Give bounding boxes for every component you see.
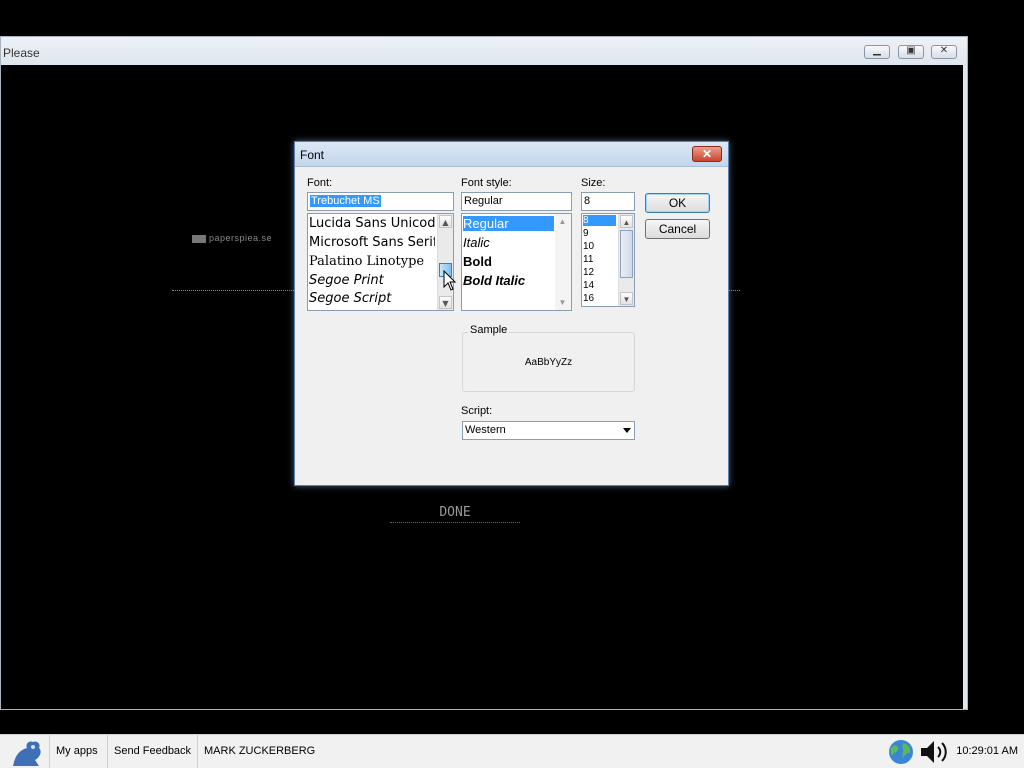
font-name-input[interactable]: Trebuchet MS — [307, 192, 454, 211]
ok-button[interactable]: OK — [645, 193, 710, 213]
globe-icon[interactable] — [886, 738, 916, 766]
app-logo-icon[interactable] — [9, 738, 45, 768]
window-titlebar[interactable]: Please ▁ ▣ ✕ — [1, 37, 967, 65]
font-name-value: Trebuchet MS — [310, 195, 381, 207]
font-list-scrollbar[interactable]: ▲ ▼ — [437, 214, 453, 310]
logo-mark-icon — [192, 234, 206, 243]
font-style-input[interactable]: Regular — [461, 192, 572, 211]
size-list-item[interactable]: 14 — [583, 280, 616, 291]
dialog-close-button[interactable]: ✕ — [692, 146, 722, 162]
size-input[interactable]: 8 — [581, 192, 635, 211]
size-list-item[interactable]: 9 — [583, 228, 616, 239]
script-select[interactable]: Western — [462, 421, 635, 440]
style-list-scrollbar[interactable]: ▲ ▼ — [555, 214, 571, 310]
size-list[interactable]: 8 9 10 11 12 14 16 ▲ ▼ — [581, 213, 635, 307]
scroll-down-arrow-icon[interactable]: ▼ — [439, 296, 452, 309]
window-title: Please — [3, 46, 40, 60]
size-list-item[interactable]: 16 — [583, 293, 616, 304]
size-list-item[interactable]: 8 — [583, 215, 616, 226]
font-dialog: Font ✕ Font: Trebuchet MS Lucida Sans Un… — [294, 141, 729, 486]
chevron-down-icon — [623, 428, 631, 433]
font-list-item[interactable]: Segoe Print — [309, 273, 435, 288]
clock: 10:29:01 AM — [956, 745, 1018, 757]
site-logo: paperspiea.se — [192, 233, 272, 243]
size-list-scrollbar[interactable]: ▲ ▼ — [618, 214, 634, 306]
size-list-item[interactable]: 11 — [583, 254, 616, 265]
dialog-titlebar[interactable]: Font ✕ — [295, 142, 728, 167]
style-list-item[interactable]: Bold — [463, 254, 554, 269]
scroll-thumb[interactable] — [620, 230, 633, 278]
font-label: Font: — [307, 177, 333, 189]
font-list-item[interactable]: Lucida Sans Unicode — [309, 216, 435, 231]
font-list[interactable]: Lucida Sans Unicode Microsoft Sans Serif… — [307, 213, 454, 311]
style-list-item[interactable]: Bold Italic — [463, 273, 554, 288]
size-label: Size: — [581, 177, 606, 189]
done-button[interactable]: DONE — [390, 505, 520, 523]
send-feedback-button[interactable]: Send Feedback — [107, 735, 197, 768]
close-icon: ✕ — [939, 45, 949, 56]
font-list-item[interactable]: Segoe Script — [309, 291, 435, 306]
site-logo-text: paperspiea.se — [209, 233, 273, 243]
sample-box: AaBbYyZz — [462, 332, 635, 392]
minimize-icon: ▁ — [873, 45, 881, 56]
font-list-item[interactable]: Palatino Linotype — [309, 254, 435, 269]
font-list-item[interactable]: Microsoft Sans Serif — [309, 235, 435, 250]
taskbar: My apps Send Feedback MARK ZUCKERBERG 10… — [0, 734, 1024, 768]
scroll-up-arrow-icon[interactable]: ▲ — [439, 215, 452, 228]
style-list-item[interactable]: Italic — [463, 235, 554, 250]
my-apps-button[interactable]: My apps — [49, 735, 104, 768]
cancel-button[interactable]: Cancel — [645, 219, 710, 239]
window-close-button[interactable]: ✕ — [931, 45, 957, 59]
size-list-item[interactable]: 10 — [583, 241, 616, 252]
script-label: Script: — [461, 405, 493, 417]
scroll-up-arrow-icon[interactable]: ▲ — [556, 215, 569, 228]
scroll-up-arrow-icon[interactable]: ▲ — [620, 215, 633, 228]
font-style-label: Font style: — [461, 177, 512, 189]
font-style-list[interactable]: Regular Italic Bold Bold Italic ▲ ▼ — [461, 213, 572, 311]
sample-label: Sample — [468, 324, 510, 336]
speaker-icon[interactable] — [918, 738, 952, 766]
maximize-icon: ▣ — [906, 45, 916, 56]
size-list-item[interactable]: 12 — [583, 267, 616, 278]
script-value: Western — [465, 424, 506, 436]
user-name[interactable]: MARK ZUCKERBERG — [197, 735, 321, 768]
maximize-button[interactable]: ▣ — [898, 45, 924, 59]
dialog-title: Font — [300, 148, 325, 162]
style-list-item[interactable]: Regular — [463, 216, 554, 231]
scroll-down-arrow-icon[interactable]: ▼ — [620, 292, 633, 305]
scroll-down-arrow-icon[interactable]: ▼ — [556, 296, 569, 309]
mouse-cursor-icon — [443, 270, 457, 291]
minimize-button[interactable]: ▁ — [864, 45, 890, 59]
sample-text: AaBbYyZz — [524, 357, 573, 368]
